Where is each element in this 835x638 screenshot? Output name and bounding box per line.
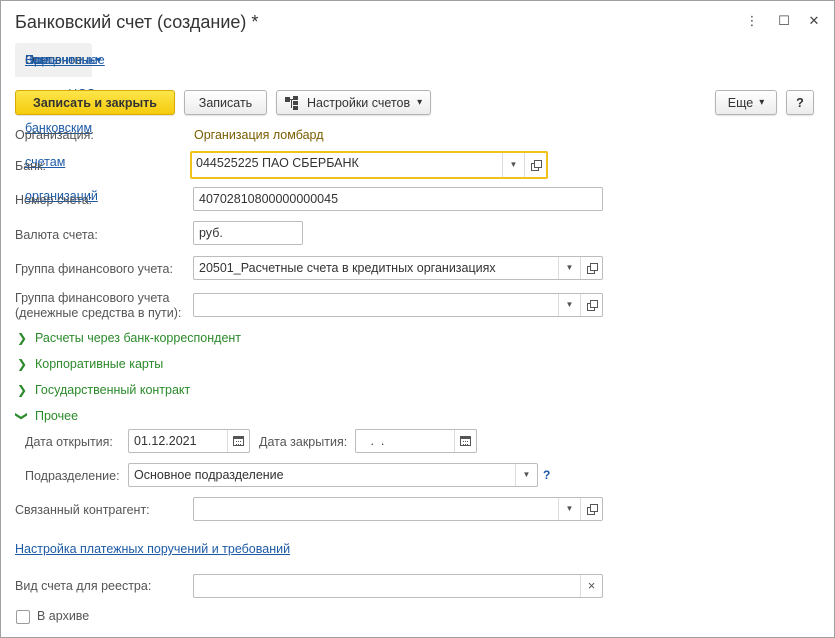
open-icon[interactable] (524, 153, 546, 177)
form-tabs: Основное Заключенные сделки НСО Процентн… (15, 43, 105, 203)
account-settings-button[interactable]: Настройки счетов ▾ (276, 90, 431, 115)
help-button[interactable]: ? (786, 90, 814, 115)
calendar-icon[interactable] (227, 430, 249, 452)
dropdown-arrow-icon[interactable]: ▼ (558, 294, 580, 316)
account-label: Номер счета: (15, 193, 93, 207)
open-icon[interactable] (580, 294, 602, 316)
fin-group-label: Группа финансового учета: (15, 262, 173, 276)
close-date-label: Дата закрытия: (259, 435, 348, 449)
currency-label: Валюта счета: (15, 228, 98, 242)
division-input[interactable]: Основное подразделение ▼ (128, 463, 538, 487)
counterparty-label: Связанный контрагент: (15, 503, 150, 517)
more-label: Еще (727, 95, 754, 110)
account-settings-label: Настройки счетов (307, 95, 411, 110)
group-contract[interactable]: ❯ Государственный контракт (15, 383, 190, 397)
chevron-right-icon: ❯ (16, 331, 28, 345)
open-date-input[interactable]: 01.12.2021 (128, 429, 250, 453)
chevron-down-icon: ▾ (417, 97, 423, 108)
open-icon[interactable] (580, 257, 602, 279)
save-button[interactable]: Записать (184, 90, 267, 115)
maximize-icon[interactable]: ☐ (776, 13, 792, 29)
more-actions-icon[interactable]: ⋮ (744, 13, 760, 29)
calendar-icon[interactable] (454, 430, 476, 452)
dropdown-arrow-icon[interactable]: ▼ (558, 498, 580, 520)
hierarchy-icon (285, 95, 298, 110)
division-label: Подразделение: (25, 469, 120, 483)
close-date-input[interactable]: . . (355, 429, 477, 453)
bank-value: 044525225 ПАО СБЕРБАНК (196, 156, 359, 170)
group-correspondent[interactable]: ❯ Расчеты через банк-корреспондент (15, 331, 241, 345)
more-button[interactable]: Еще ▾ (715, 90, 777, 115)
group-cards[interactable]: ❯ Корпоративные карты (15, 357, 163, 371)
chevron-right-icon: ❯ (16, 357, 28, 371)
window-title: Банковский счет (создание) * (15, 12, 259, 32)
fin-group-transit-input[interactable]: ▼ (193, 293, 603, 317)
save-and-close-button[interactable]: Записать и закрыть (15, 90, 175, 115)
archive-label: В архиве (37, 609, 90, 623)
dropdown-arrow-icon[interactable]: ▼ (515, 464, 537, 486)
help-icon[interactable]: ? (543, 468, 550, 482)
fin-group-input[interactable]: 20501_Расчетные счета в кредитных органи… (193, 256, 603, 280)
org-label: Организация: (15, 128, 94, 142)
tab-more[interactable]: Еще... (15, 43, 65, 77)
close-icon[interactable]: ✕ (806, 13, 822, 29)
bank-label: Банк: (15, 159, 46, 173)
counterparty-input[interactable]: ▼ (193, 497, 603, 521)
registry-input[interactable]: × (193, 574, 603, 598)
open-date-label: Дата открытия: (25, 435, 113, 449)
registry-label: Вид счета для реестра: (15, 579, 152, 593)
fin-group-transit-label: Группа финансового учета (денежные средс… (15, 291, 182, 320)
fin-group-value: 20501_Расчетные счета в кредитных органи… (199, 261, 496, 275)
archive-checkbox[interactable] (16, 610, 30, 624)
open-icon[interactable] (580, 498, 602, 520)
bank-input[interactable]: 044525225 ПАО СБЕРБАНК ▼ (190, 151, 548, 179)
currency-input[interactable]: руб. (193, 221, 303, 245)
chevron-down-icon: ▾ (759, 97, 765, 108)
org-value[interactable]: Организация ломбард (194, 128, 324, 142)
bank-account-window: Банковский счет (создание) * ⋮ ☐ ✕ Основ… (0, 0, 835, 638)
chevron-down-icon: ❯ (15, 410, 29, 422)
payment-settings-link[interactable]: Настройка платежных поручений и требован… (15, 542, 290, 556)
account-number-input[interactable]: 40702810800000000045 (193, 187, 603, 211)
group-other[interactable]: ❯ Прочее (15, 409, 78, 423)
dropdown-arrow-icon[interactable]: ▼ (558, 257, 580, 279)
dropdown-arrow-icon[interactable]: ▼ (502, 153, 524, 177)
clear-icon[interactable]: × (580, 575, 602, 597)
chevron-right-icon: ❯ (16, 383, 28, 397)
